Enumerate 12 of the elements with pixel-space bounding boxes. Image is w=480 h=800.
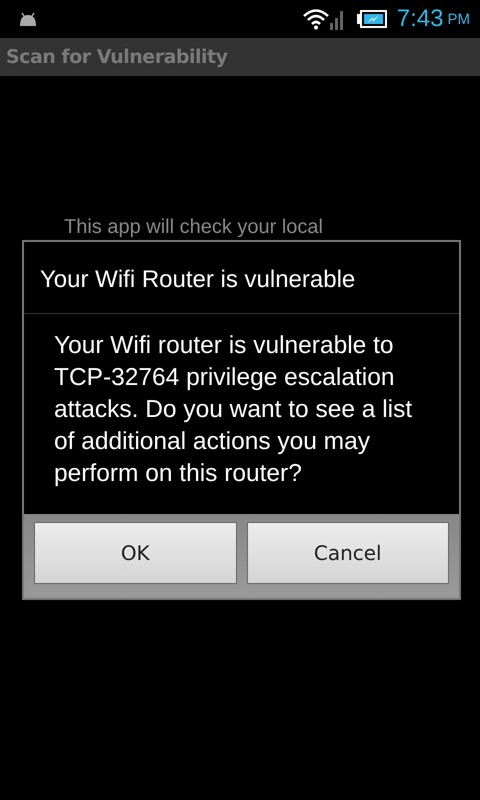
description-text: This app will check your local [64, 216, 323, 238]
clock-time: 7:43 [396, 5, 444, 33]
screen-title: Scan for Vulnerability [6, 46, 228, 68]
android-icon [18, 12, 38, 26]
clock-ampm: PM [448, 10, 470, 28]
dialog-button[interactable]: OK [34, 522, 236, 584]
dialog-button[interactable]: Cancel [246, 522, 449, 584]
battery-charging-icon [356, 10, 387, 28]
signal-icon [328, 8, 345, 30]
dialog-message: Your Wifi router is vulnerable to TCP-32764 privilege escalation attacks. Do you want to see a list of additional actions you may perform on this router? [53, 331, 414, 489]
wifi-icon [302, 8, 329, 30]
dialog-title: Your Wifi Router is vulnerable [24, 242, 459, 314]
